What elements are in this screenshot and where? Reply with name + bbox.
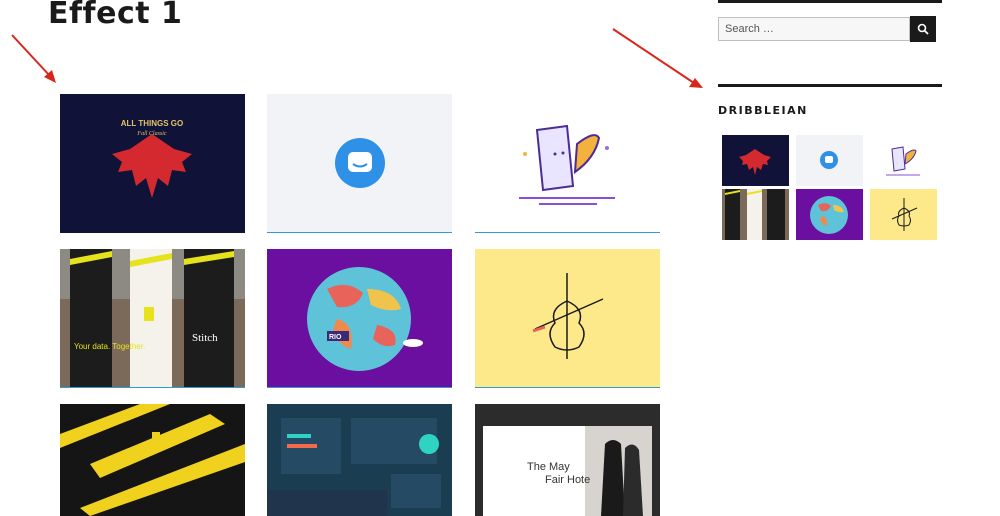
- banner-text-right: Stitch: [192, 332, 218, 344]
- search-icon: [917, 23, 929, 35]
- widget-rule: [718, 84, 942, 87]
- search-form: [718, 16, 936, 42]
- map-label: RIO: [329, 334, 342, 341]
- thumbnail-stitch-banners[interactable]: [722, 189, 789, 240]
- search-input[interactable]: [718, 17, 910, 41]
- gallery-item-paper-quill[interactable]: [475, 94, 660, 233]
- gallery-item-fashion-hotel[interactable]: The May Fair Hote: [475, 404, 660, 516]
- gallery-item-chat-icon[interactable]: [267, 94, 452, 233]
- hotel-title-line1: The May: [527, 461, 570, 473]
- banner-text-left: Your data. Together.: [74, 342, 145, 351]
- gallery-item-yellow-blocks[interactable]: [60, 404, 245, 516]
- hotel-title-line2: Fair Hote: [545, 474, 590, 486]
- annotation-arrow-right: [612, 28, 703, 88]
- thumbnail-paper-quill[interactable]: [870, 135, 937, 186]
- sidebar: DRIBBLEIAN: [718, 0, 942, 240]
- thumbnail-eagle-emblem[interactable]: [722, 135, 789, 186]
- thumbnail-cello[interactable]: [870, 189, 937, 240]
- gallery-item-eagle-emblem[interactable]: ALL THINGS GO Fall Classic: [60, 94, 245, 233]
- search-button[interactable]: [910, 16, 936, 42]
- thumbnail-chat-icon[interactable]: [796, 135, 863, 186]
- gallery-item-cello[interactable]: [475, 249, 660, 388]
- gallery-item-world-map[interactable]: RIO: [267, 249, 452, 388]
- page-title: Effect 1: [48, 0, 183, 31]
- sidebar-top-rule: [718, 0, 942, 3]
- annotation-arrow-left: [11, 34, 56, 83]
- thumbnail-world-map[interactable]: [796, 189, 863, 240]
- widget-title: DRIBBLEIAN: [718, 104, 808, 117]
- emblem-subtext: Fall Classic: [136, 131, 167, 137]
- gallery-item-stitch-banners[interactable]: Your data. Together. Stitch: [60, 249, 245, 388]
- emblem-text: ALL THINGS GO: [121, 119, 184, 128]
- gallery-item-dashboard-ui[interactable]: [267, 404, 452, 516]
